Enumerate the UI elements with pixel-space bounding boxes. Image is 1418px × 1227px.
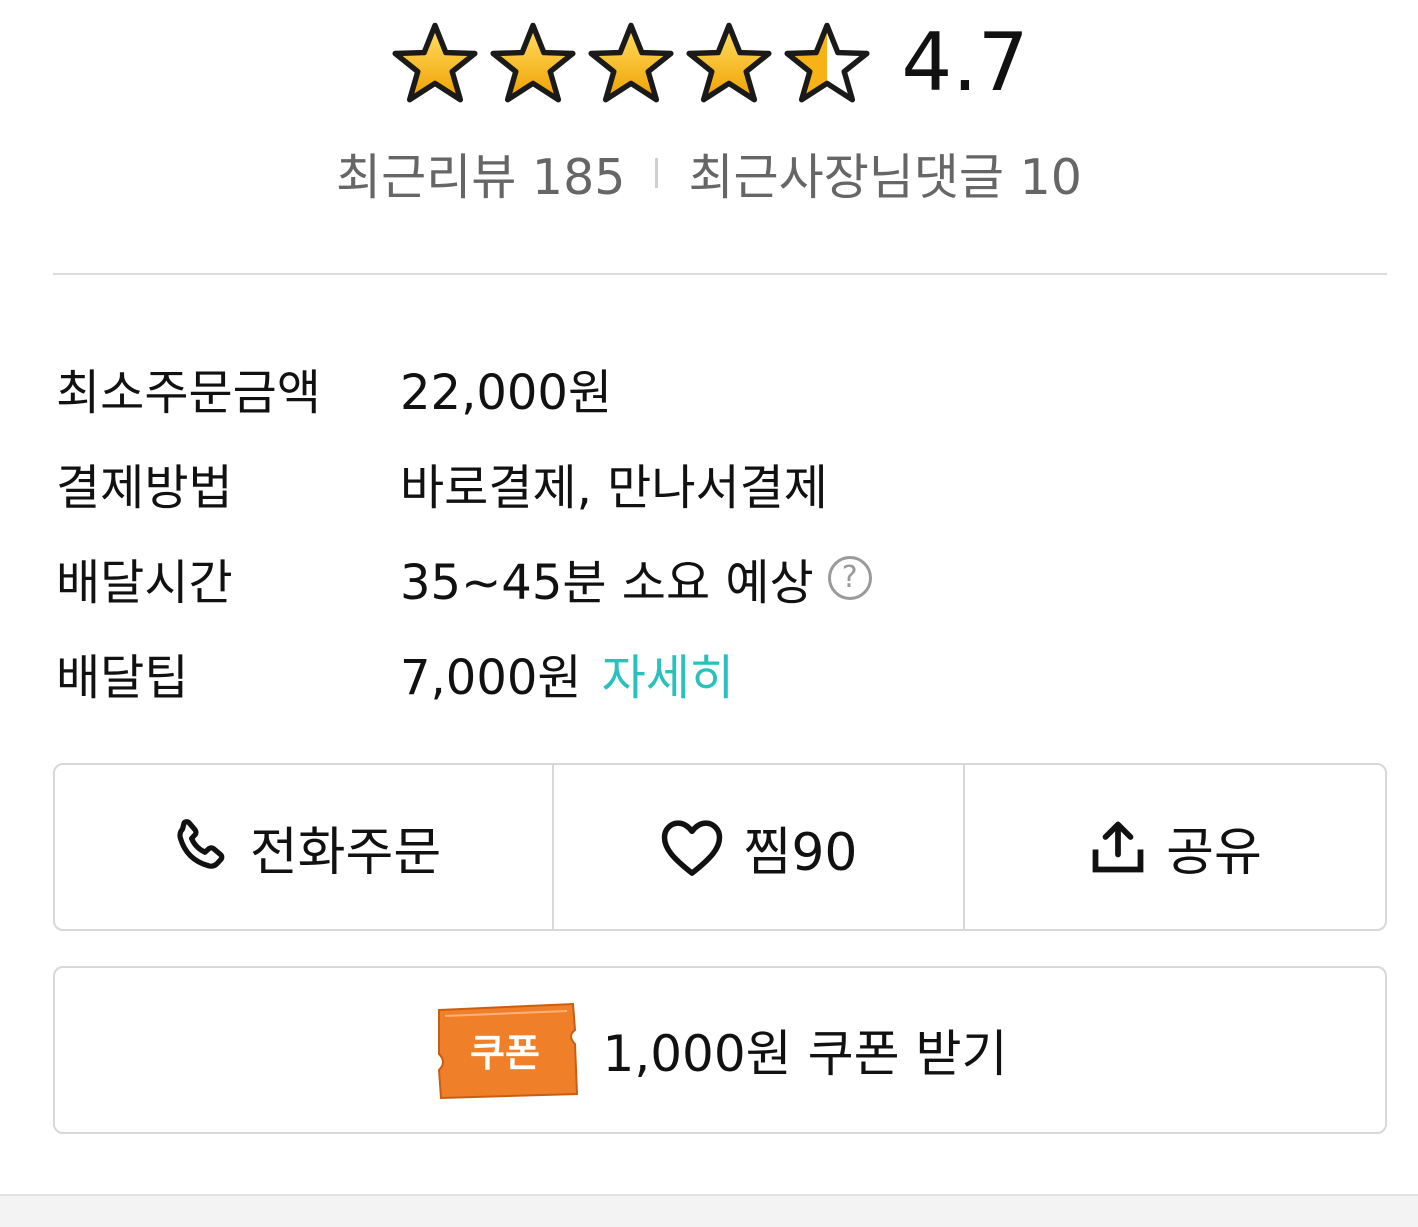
- info-value: 22,000원: [400, 364, 613, 421]
- phone-icon: [177, 819, 225, 869]
- coupon-badge-text: 쿠폰: [470, 1031, 540, 1075]
- rating-stars: [389, 20, 873, 106]
- phone-order-button[interactable]: 전화주문: [55, 765, 552, 929]
- coupon-label: 1,000원 쿠폰 받기: [602, 1025, 1008, 1083]
- star-icon: [588, 22, 674, 103]
- star-icon: [686, 22, 772, 103]
- info-row-payment: 결제방법 바로결제, 만나서결제: [56, 435, 872, 530]
- share-icon: [1092, 821, 1144, 873]
- info-value: 7,000원: [400, 649, 582, 706]
- info-row-delivery-time: 배달시간 35~45분 소요 예상 ?: [56, 530, 872, 625]
- action-bar: 전화주문 찜90 공유: [53, 763, 1387, 931]
- share-button[interactable]: 공유: [963, 765, 1385, 929]
- info-label: 배달팁: [56, 649, 189, 706]
- phone-order-label: 전화주문: [249, 822, 442, 883]
- section-divider: [53, 273, 1387, 275]
- review-stats: 최근리뷰 185 최근사장님댓글 10: [0, 140, 1418, 206]
- info-label: 배달시간: [56, 554, 233, 611]
- info-row-min-order: 최소주문금액 22,000원: [56, 340, 872, 435]
- rating-summary: 4.7: [0, 18, 1418, 108]
- favorite-button[interactable]: 찜90: [552, 765, 963, 929]
- store-info: 최소주문금액 22,000원 결제방법 바로결제, 만나서결제 배달시간 35~…: [56, 340, 872, 720]
- info-label: 최소주문금액: [56, 364, 321, 421]
- info-value: 바로결제, 만나서결제: [400, 459, 828, 516]
- star-icon: [490, 22, 576, 103]
- help-icon[interactable]: ?: [827, 555, 872, 600]
- heart-icon: [662, 820, 723, 876]
- owner-replies-link[interactable]: 최근사장님댓글 10: [688, 138, 1082, 209]
- half-star-icon: [784, 22, 870, 103]
- rating-value: 4.7: [901, 16, 1029, 109]
- info-row-delivery-tip: 배달팁 7,000원 자세히: [56, 625, 872, 720]
- details-link[interactable]: 자세히: [602, 638, 734, 708]
- coupon-button[interactable]: 쿠폰 1,000원 쿠폰 받기: [53, 966, 1387, 1134]
- favorite-label: 찜90: [743, 822, 858, 883]
- recent-reviews-link[interactable]: 최근리뷰 185: [336, 138, 625, 209]
- info-label: 결제방법: [56, 459, 233, 516]
- divider: [655, 158, 659, 188]
- star-icon: [392, 22, 478, 103]
- share-label: 공유: [1166, 822, 1262, 883]
- coupon-ticket-icon: 쿠폰: [437, 1002, 578, 1100]
- bottom-section-edge: [0, 1194, 1418, 1227]
- info-value: 35~45분 소요 예상: [400, 554, 814, 611]
